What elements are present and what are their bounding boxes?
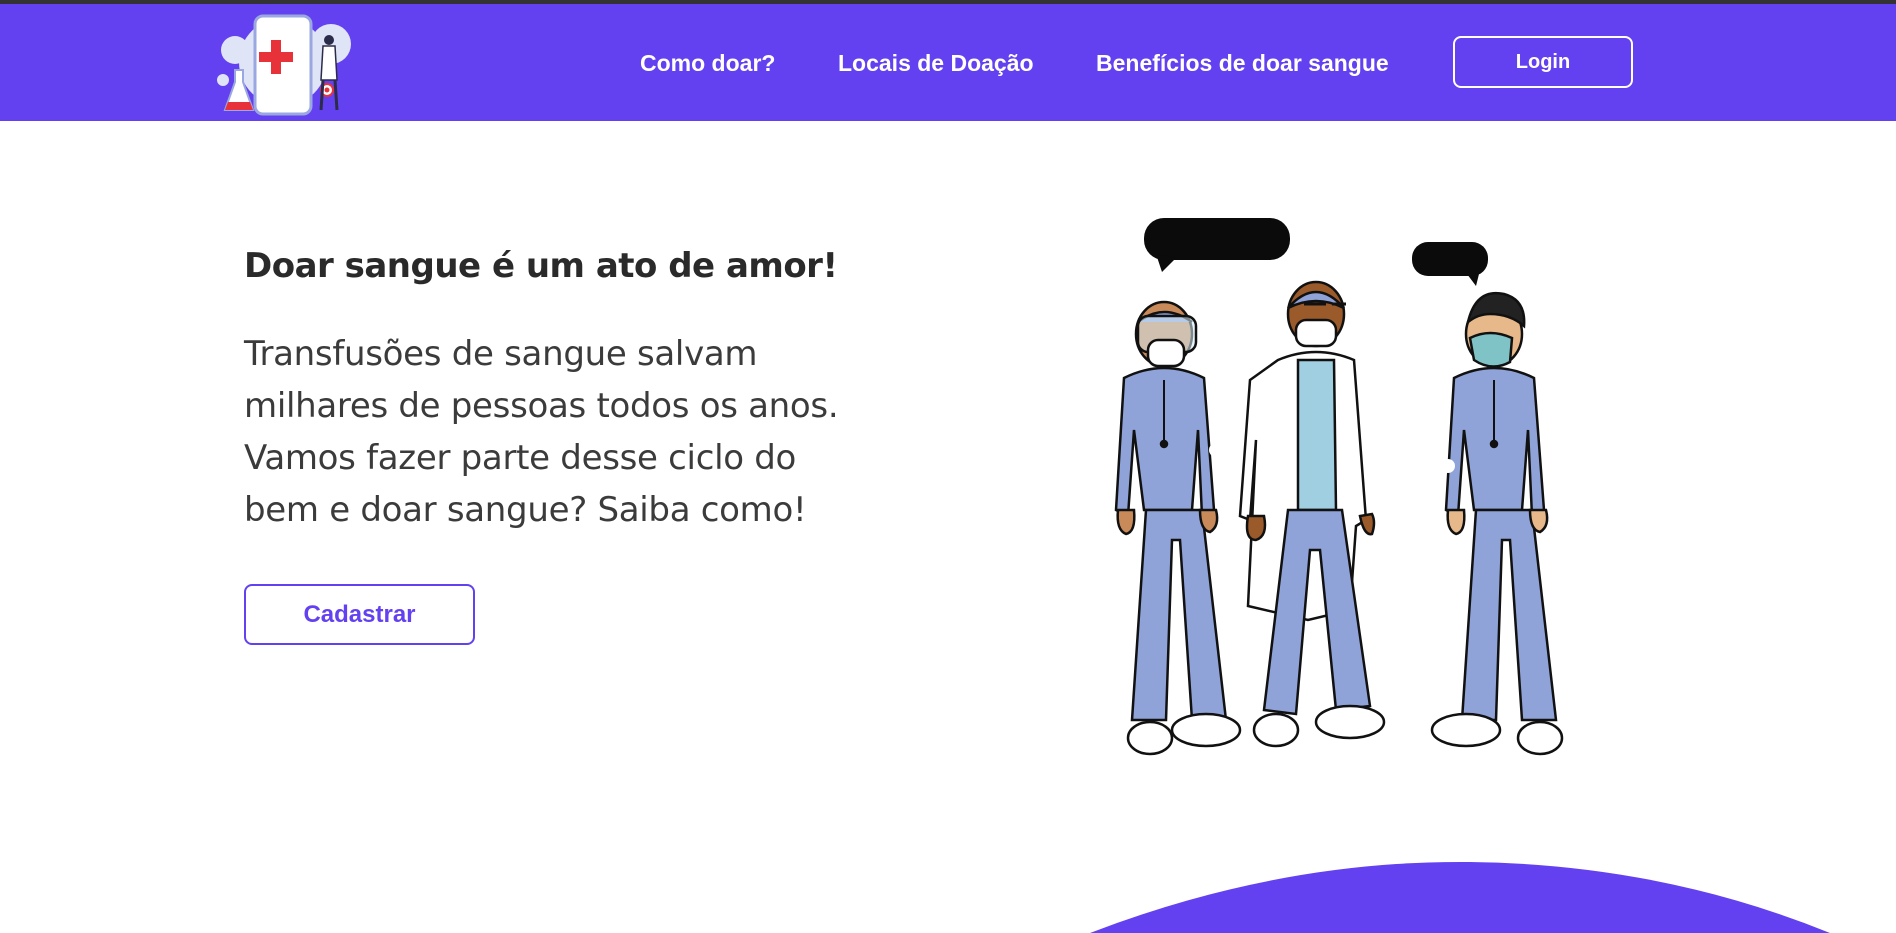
nav-como-doar[interactable]: Como doar? [640,50,775,77]
worker-right [1430,291,1564,756]
hero-title: Doar sangue é um ato de amor! [244,246,838,286]
cadastrar-button[interactable]: Cadastrar [244,584,475,645]
worker-left [1114,300,1242,756]
health-workers-illustration [1114,218,1564,756]
worker-middle [1238,280,1386,748]
speech-bubble-left [1144,218,1290,272]
navbar: Como doar? Locais de Doação Benefícios d… [0,4,1896,121]
bottom-wave-decoration [1090,861,1830,933]
speech-bubble-right [1412,242,1488,286]
nav-beneficios[interactable]: Benefícios de doar sangue [1096,50,1389,77]
login-button[interactable]: Login [1453,36,1633,88]
hero-description: Transfusões de sangue salvam milhares de… [244,334,839,530]
nav-locais-doacao[interactable]: Locais de Doação [838,50,1034,77]
